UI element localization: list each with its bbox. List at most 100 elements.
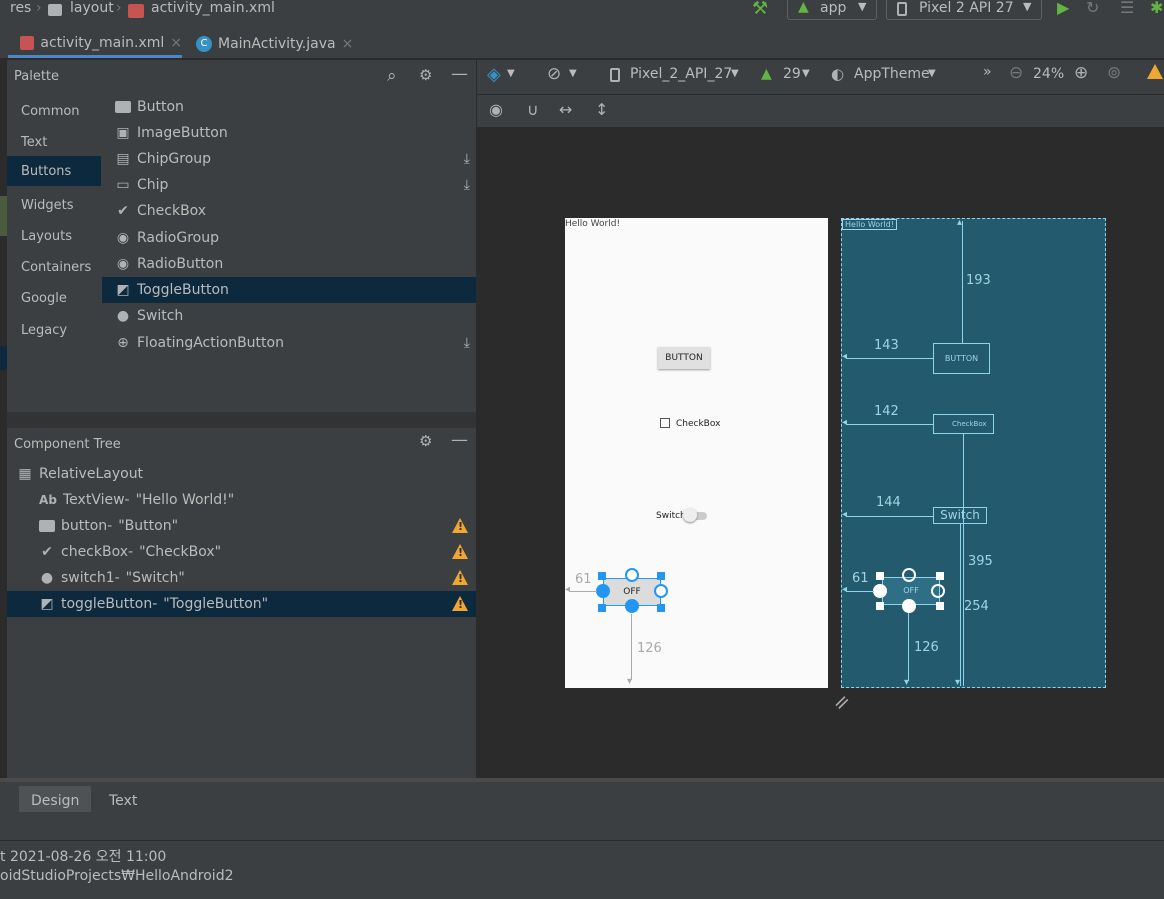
category-buttons[interactable]: Buttons [7,156,101,186]
category-common[interactable]: Common [7,96,101,126]
palette-item-radiogroup[interactable]: ◉ RadioGroup [102,225,476,251]
category-text[interactable]: Text [7,127,101,157]
blueprint-button[interactable]: BUTTON [933,343,990,374]
zoom-out-icon[interactable]: ⊖ [1009,63,1023,83]
warning-icon[interactable] [452,518,468,533]
switch-thumb[interactable] [683,508,697,522]
theme-select[interactable]: AppTheme [854,66,930,82]
tab-activity-main[interactable]: activity_main.xml × [8,30,182,58]
orientation-icon[interactable]: ⊘ [547,64,561,84]
tree-item-checkbox[interactable]: ✔ checkBox- "CheckBox" [7,539,476,565]
resize-handle[interactable] [657,604,665,612]
anchor-handle[interactable] [596,584,610,598]
palette-item-switch[interactable]: ● Switch [102,303,476,329]
run-icon[interactable]: ▶ [1057,0,1069,17]
category-google[interactable]: Google [7,283,101,313]
blueprint-switch[interactable]: Switch [933,507,987,524]
download-icon[interactable]: ⤓ [464,177,470,193]
close-icon[interactable]: × [170,35,182,51]
constraint-line [962,221,963,343]
palette-item-checkbox[interactable]: ✔ CheckBox [102,198,476,224]
check-icon: ✔ [117,203,129,219]
category-layouts[interactable]: Layouts [7,221,101,251]
minimize-icon[interactable]: — [451,430,468,450]
category-containers[interactable]: Containers [7,252,101,282]
tree-item-button[interactable]: button- "Button" [7,513,476,539]
design-canvas[interactable]: Hello World! BUTTON CheckBox Switch OFF … [477,128,1164,778]
palette-item-fab[interactable]: ⊕ FloatingActionButton ⤓ [102,330,476,356]
device-select[interactable]: Pixel_2_API_27 [630,66,732,82]
palette-item-chipgroup[interactable]: ▤ ChipGroup ⤓ [102,146,476,172]
warning-icon[interactable] [1147,64,1163,79]
palette-item-chip[interactable]: ▭ Chip ⤓ [102,172,476,198]
device-select[interactable]: Pixel 2 API 27 ▼ [886,0,1042,20]
resize-handle[interactable] [936,602,944,610]
resize-handle[interactable] [876,572,884,580]
checkbox-box[interactable] [660,418,670,428]
preview-switch-label[interactable]: Switch [656,511,686,521]
anchor-handle[interactable] [931,584,945,598]
warning-icon[interactable] [452,544,468,559]
download-icon[interactable]: ⤓ [464,335,470,351]
hello-world-text[interactable]: Hello World! [565,219,620,229]
gear-icon[interactable]: ⚙ [419,66,432,84]
overflow-icon[interactable]: » [983,64,992,80]
tree-item-togglebutton[interactable]: ◩ toggleButton- "ToggleButton" [7,591,476,617]
category-legacy[interactable]: Legacy [7,315,101,345]
palette-item-button[interactable]: Button [102,94,476,120]
run-config-select[interactable]: ▲ app ▼ [787,0,877,20]
warning-icon[interactable] [452,596,468,611]
anchor-handle[interactable] [654,584,668,598]
anchor-handle[interactable] [625,599,639,613]
category-widgets[interactable]: Widgets [7,190,101,220]
apply-changes-icon[interactable]: ↻ [1086,0,1099,17]
tab-text[interactable]: Text [97,786,149,815]
breadcrumb-layout[interactable]: layout [70,0,114,16]
zoom-fit-icon[interactable]: ⊚ [1107,63,1121,83]
blueprint-checkbox[interactable]: CheckBox [933,414,994,434]
anchor-handle[interactable] [625,568,639,582]
close-icon[interactable]: × [342,36,354,52]
expand-horizontal-icon[interactable]: ↔ [559,100,572,119]
gear-icon[interactable]: ✱ [1150,0,1163,17]
preview-checkbox-label[interactable]: CheckBox [676,419,720,429]
resize-handle[interactable] [657,572,665,580]
expand-vertical-icon[interactable]: ↕ [595,100,608,119]
resize-handle[interactable] [876,602,884,610]
resize-corner-icon[interactable]: = [827,688,856,717]
anchor-handle[interactable] [902,568,916,582]
breadcrumb-file[interactable]: activity_main.xml [151,0,275,16]
tab-mainactivity[interactable]: C MainActivity.java × [188,30,358,58]
preview-button[interactable]: BUTTON [658,347,710,369]
resize-handle[interactable] [598,572,606,580]
splitter[interactable] [7,412,476,428]
breadcrumb-res[interactable]: res [10,0,31,16]
eye-icon[interactable]: ◉ [489,100,503,119]
anchor-handle[interactable] [902,599,916,613]
hammer-icon[interactable]: ⚒ [752,0,768,19]
palette-item-imagebutton[interactable]: ▣ ImageButton [102,120,476,146]
anchor-handle[interactable] [873,584,887,598]
zoom-in-icon[interactable]: ⊕ [1074,63,1088,83]
design-preview[interactable]: Hello World! BUTTON CheckBox Switch OFF … [565,218,828,688]
palette-item-radiobutton[interactable]: ◉ RadioButton [102,251,476,277]
palette-item-togglebutton[interactable]: ◩ ToggleButton [102,277,476,303]
blueprint-hello[interactable]: Hello World! [842,219,897,230]
tree-item-textview[interactable]: Ab TextView- "Hello World!" [7,487,476,513]
download-icon[interactable]: ⤓ [464,151,470,167]
tree-item-switch[interactable]: ● switch1- "Switch" [7,565,476,591]
minimize-icon[interactable]: — [451,64,468,84]
search-icon[interactable]: ⌕ [387,66,397,86]
resize-handle[interactable] [936,572,944,580]
tree-item-relativelayout[interactable]: ▦ RelativeLayout [7,461,476,487]
warning-icon[interactable] [452,570,468,585]
gear-icon[interactable]: ⚙ [419,432,432,450]
layers-icon[interactable]: ◈ [487,64,501,85]
list-icon[interactable]: ☰ [1120,0,1134,17]
magnet-icon[interactable]: ∪ [527,100,539,119]
api-select[interactable]: 29 [783,66,801,82]
tab-design[interactable]: Design [19,786,92,815]
resize-handle[interactable] [598,604,606,612]
blueprint-view[interactable]: Hello World! ▴ 193 BUTTON ◂ 143 CheckBox… [841,217,1106,688]
chevron-down-icon: ▼ [858,0,867,13]
